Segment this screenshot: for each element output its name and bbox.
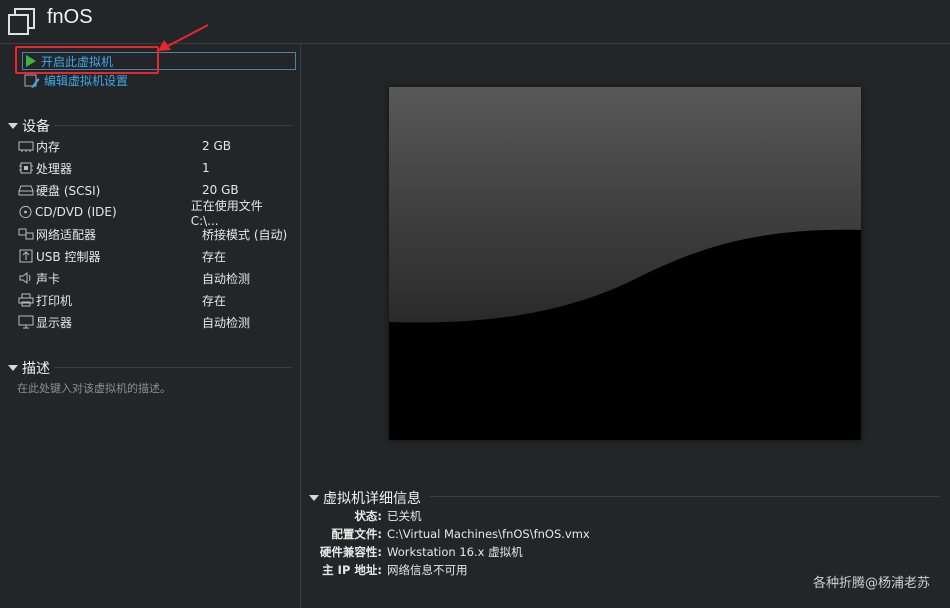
devices-section-header[interactable]: 设备 (8, 116, 50, 136)
device-name: 硬盘 (SCSI) (36, 183, 101, 198)
device-row[interactable]: 打印机 存在 (18, 289, 288, 311)
detail-key: 主 IP 地址: (322, 563, 382, 577)
display-icon (18, 315, 34, 329)
device-row[interactable]: USB 控制器 存在 (18, 245, 288, 267)
panel-divider (300, 44, 301, 608)
description-placeholder[interactable]: 在此处键入对该虚拟机的描述。 (17, 380, 171, 396)
collapse-triangle-icon (309, 495, 319, 501)
detail-row: 状态: 已关机 (308, 507, 758, 525)
device-name: 内存 (36, 139, 61, 154)
vm-preview-thumbnail[interactable] (389, 87, 861, 440)
device-value: 自动检测 (202, 271, 251, 286)
detail-value: Workstation 16.x 虚拟机 (387, 545, 523, 559)
device-row[interactable]: 显示器 自动检测 (18, 311, 288, 333)
usb-controller-icon (19, 249, 33, 263)
device-row[interactable]: 声卡 自动检测 (18, 267, 288, 289)
memory-icon (18, 141, 34, 152)
device-name: 声卡 (36, 271, 61, 286)
device-row[interactable]: CD/DVD (IDE) 正在使用文件 C:\... (18, 199, 288, 228)
printer-icon (18, 293, 34, 307)
details-header-label: 虚拟机详细信息 (323, 491, 421, 507)
annotation-arrow (158, 24, 209, 51)
device-value: 自动检测 (202, 315, 251, 330)
device-name: 显示器 (36, 315, 73, 330)
detail-row: 硬件兼容性: Workstation 16.x 虚拟机 (308, 543, 758, 561)
section-divider (430, 496, 940, 497)
detail-value: 已关机 (387, 509, 422, 523)
description-header-label: 描述 (22, 361, 50, 377)
watermark: 各种折腾@杨浦老苏 (812, 576, 930, 591)
device-name: USB 控制器 (36, 249, 101, 264)
edit-settings-icon (24, 74, 40, 88)
edit-vm-settings-button[interactable]: 编辑虚拟机设置 (24, 72, 128, 89)
hard-disk-icon (18, 185, 34, 196)
device-row[interactable]: 网络适配器 桥接模式 (自动) (18, 223, 288, 245)
device-name: 处理器 (36, 161, 73, 176)
sound-card-icon (19, 272, 31, 284)
device-value: 存在 (202, 249, 227, 264)
detail-row: 主 IP 地址: 网络信息不可用 (308, 561, 758, 579)
highlight-box (15, 46, 159, 74)
collapse-triangle-icon (8, 123, 18, 129)
device-value: 20 GB (202, 183, 239, 197)
detail-row: 配置文件: C:\Virtual Machines\fnOS\fnOS.vmx (308, 525, 758, 543)
device-name: CD/DVD (IDE) (35, 205, 117, 219)
processor-icon (19, 162, 33, 174)
device-row[interactable]: 内存 2 GB (18, 135, 288, 157)
device-value: 桥接模式 (自动) (202, 227, 288, 242)
vm-title: fnOS (47, 6, 93, 28)
section-divider (54, 367, 292, 368)
device-row[interactable]: 处理器 1 (18, 157, 288, 179)
device-name: 打印机 (36, 293, 73, 308)
device-value: 2 GB (202, 139, 231, 153)
detail-key: 状态: (354, 509, 382, 523)
section-divider (54, 125, 292, 126)
cd-dvd-icon (19, 205, 32, 219)
title-bar: fnOS (0, 0, 950, 44)
detail-value: 网络信息不可用 (387, 563, 468, 577)
device-value: 1 (202, 161, 210, 175)
device-value: 存在 (202, 293, 227, 308)
detail-key: 配置文件: (331, 527, 382, 541)
devices-header-label: 设备 (22, 119, 50, 135)
collapse-triangle-icon (8, 365, 18, 371)
detail-key: 硬件兼容性: (319, 545, 382, 559)
details-section-header[interactable]: 虚拟机详细信息 (309, 488, 421, 508)
detail-value: C:\Virtual Machines\fnOS\fnOS.vmx (387, 527, 590, 541)
virtual-machine-icon (8, 8, 35, 35)
description-section-header[interactable]: 描述 (8, 358, 50, 378)
network-adapter-icon (18, 228, 34, 240)
device-name: 网络适配器 (36, 227, 97, 242)
edit-settings-label: 编辑虚拟机设置 (44, 74, 129, 88)
